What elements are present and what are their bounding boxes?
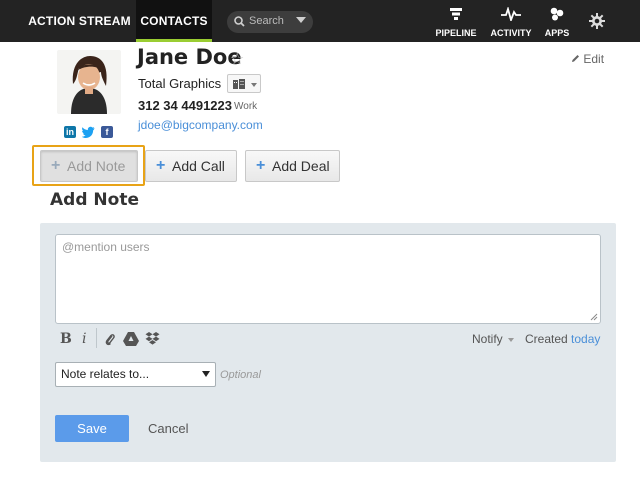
plus-icon: + xyxy=(51,157,61,174)
created-date: Created today xyxy=(525,332,600,346)
contact-name: Jane Doe xyxy=(137,45,242,69)
add-deal-button[interactable]: + Add Deal xyxy=(245,150,340,182)
nav-activity-label: ACTIVITY xyxy=(490,28,532,38)
plus-icon: + xyxy=(256,157,266,174)
activity-icon xyxy=(501,7,521,21)
search-box[interactable]: Search xyxy=(227,11,313,33)
chevron-down-icon xyxy=(508,337,515,342)
note-relates-value: Note relates to... xyxy=(61,367,150,381)
chevron-down-icon[interactable] xyxy=(296,17,306,23)
save-button[interactable]: Save xyxy=(55,415,129,442)
add-deal-label: Add Deal xyxy=(272,158,330,174)
pencil-icon xyxy=(572,55,579,62)
add-note-label: Add Note xyxy=(67,158,126,174)
linkedin-icon[interactable]: in xyxy=(64,126,76,138)
nav-pipeline-label: PIPELINE xyxy=(435,28,477,38)
gear-icon[interactable] xyxy=(589,13,605,29)
bold-button[interactable]: B xyxy=(60,331,72,347)
nav-activity[interactable]: ACTIVITY xyxy=(488,6,534,38)
paperclip-icon[interactable] xyxy=(105,332,115,346)
pipeline-icon xyxy=(450,8,462,20)
facebook-icon[interactable]: f xyxy=(101,126,113,138)
chevron-down-icon xyxy=(251,83,257,87)
edit-label: Edit xyxy=(583,52,605,66)
top-navigation-bar: ACTION STREAM CONTACTS Search PIPELINE A… xyxy=(0,0,640,42)
italic-button[interactable]: i xyxy=(82,331,86,347)
dropbox-icon[interactable] xyxy=(145,332,160,346)
created-label: Created xyxy=(525,332,568,346)
company-menu-button[interactable] xyxy=(227,74,261,93)
toolbar-divider xyxy=(96,328,97,348)
phone-number: 312 34 4491223 xyxy=(138,98,232,113)
add-call-button[interactable]: + Add Call xyxy=(145,150,237,182)
search-icon xyxy=(234,16,245,27)
created-date-link[interactable]: today xyxy=(571,332,600,346)
nav-pipeline[interactable]: PIPELINE xyxy=(434,6,478,38)
search-input[interactable]: Search xyxy=(249,15,284,27)
company-name[interactable]: Total Graphics xyxy=(138,76,221,91)
add-note-button[interactable]: + Add Note xyxy=(40,150,138,182)
edit-button[interactable]: Edit xyxy=(571,52,604,66)
building-icon xyxy=(233,79,245,89)
add-call-label: Add Call xyxy=(172,158,225,174)
twitter-icon[interactable] xyxy=(82,126,95,138)
resize-handle-icon[interactable] xyxy=(590,313,598,321)
optional-label: Optional xyxy=(220,369,261,381)
email-link[interactable]: jdoe@bigcompany.com xyxy=(138,118,263,132)
tab-action-stream[interactable]: ACTION STREAM xyxy=(22,0,137,42)
note-relates-select[interactable]: Note relates to... xyxy=(55,362,216,387)
note-placeholder: @mention users xyxy=(62,240,150,254)
cancel-button[interactable]: Cancel xyxy=(148,421,188,436)
notify-label: Notify xyxy=(472,332,503,346)
avatar xyxy=(57,50,121,114)
star-icon[interactable]: ☆ xyxy=(230,49,244,69)
apps-icon xyxy=(550,7,564,21)
plus-icon: + xyxy=(156,157,166,174)
phone-type: Work xyxy=(234,101,258,112)
section-title: Add Note xyxy=(50,190,139,210)
chevron-down-icon xyxy=(202,371,210,377)
notify-dropdown[interactable]: Notify xyxy=(472,332,515,346)
tab-contacts[interactable]: CONTACTS xyxy=(136,0,212,42)
nav-apps[interactable]: APPS xyxy=(542,6,572,38)
google-drive-icon[interactable] xyxy=(123,332,139,346)
nav-apps-label: APPS xyxy=(544,28,570,38)
note-textarea[interactable]: @mention users xyxy=(55,234,601,324)
